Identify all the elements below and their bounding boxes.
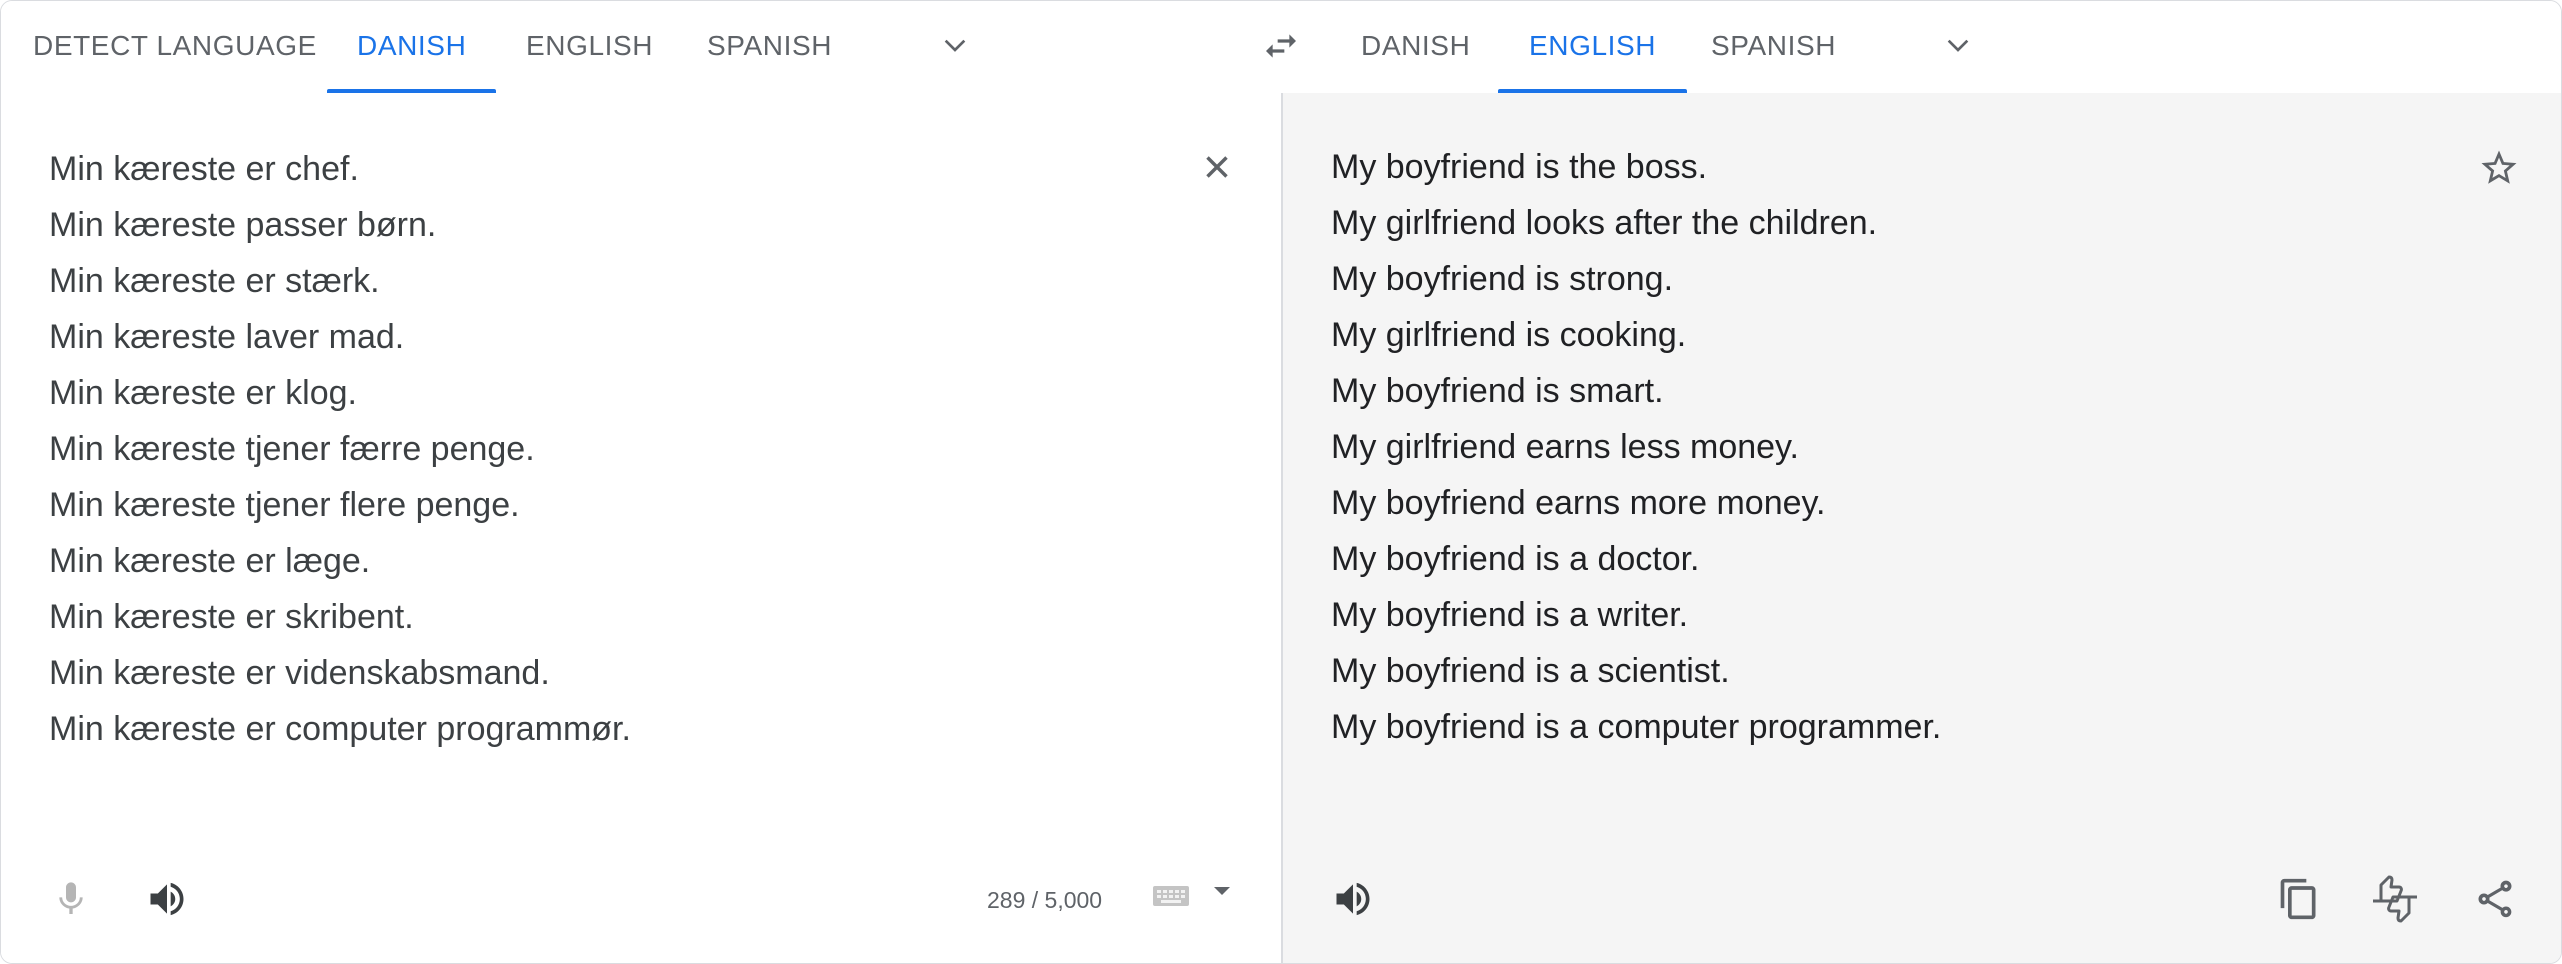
share-icon [2478,880,2512,918]
speaker-icon [150,882,184,916]
speaker-icon [1336,882,1370,916]
tab-target-english[interactable]: ENGLISH [1498,1,1688,93]
character-count: 289 / 5,000 [987,887,1103,913]
share-translation-button[interactable] [2467,871,2523,927]
tab-detect-language[interactable]: DETECT LANGUAGE [33,1,317,91]
tab-source-english[interactable]: ENGLISH [526,1,653,91]
chevron-down-icon [1947,39,1969,52]
tab-target-danish[interactable]: DANISH [1361,1,1470,91]
copy-translation-button[interactable] [2273,871,2325,927]
source-panel: Min kæreste er chef. Min kæreste passer … [1,93,1283,963]
rate-translation-button[interactable] [2365,871,2425,927]
chevron-down-icon [944,39,966,52]
tab-source-danish[interactable]: DANISH [327,1,497,93]
swap-arrows-icon [1266,34,1296,58]
star-icon [2481,150,2517,184]
feedback-icon [2373,875,2417,923]
translate-widget: DETECT LANGUAGE DANISH ENGLISH SPANISH D… [0,0,2562,964]
save-translation-button[interactable] [2473,143,2525,193]
swap-languages-button[interactable] [1253,23,1309,69]
source-text-input[interactable]: Min kæreste er chef. Min kæreste passer … [49,141,1169,757]
language-bar: DETECT LANGUAGE DANISH ENGLISH SPANISH D… [1,1,2561,95]
translation-panel: My boyfriend is the boss. My girlfriend … [1283,93,2561,963]
close-icon [1206,156,1228,178]
translation-output: My boyfriend is the boss. My girlfriend … [1331,148,1942,746]
copy-icon [2280,878,2316,920]
listen-translation-button[interactable] [1327,873,1379,925]
voice-input-button[interactable] [47,873,95,925]
input-tools-button[interactable] [1151,881,1191,909]
input-tools-menu-button[interactable] [1207,879,1237,903]
source-more-languages-button[interactable] [931,26,979,66]
listen-source-button[interactable] [141,873,193,925]
tab-source-spanish[interactable]: SPANISH [707,1,832,91]
caret-down-icon [1214,887,1230,895]
keyboard-icon [1153,886,1189,906]
clear-source-button[interactable] [1193,143,1241,191]
tab-target-spanish[interactable]: SPANISH [1711,1,1836,91]
microphone-icon [59,882,83,914]
target-more-languages-button[interactable] [1934,26,1982,66]
